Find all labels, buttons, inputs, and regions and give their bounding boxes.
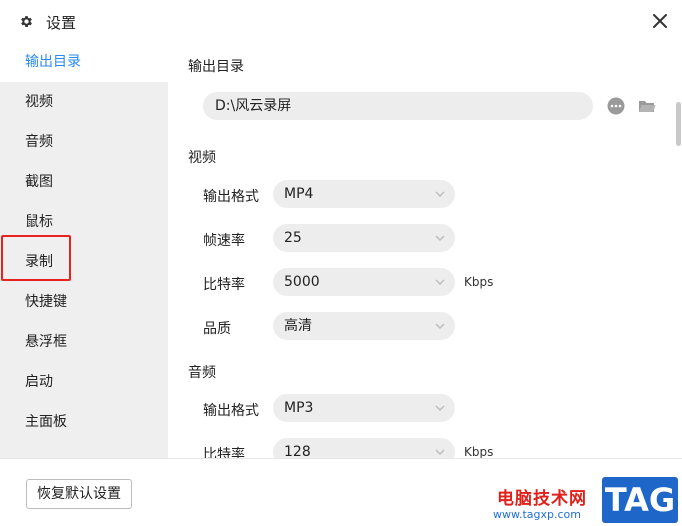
audio-bitrate-value: 128: [284, 444, 311, 458]
chevron-down-icon: [435, 405, 445, 411]
sidebar-item-startup[interactable]: 启动: [0, 362, 168, 402]
video-bitrate-label: 比特率: [203, 277, 245, 293]
sidebar: 输出目录 视频 音频 截图 鼠标 录制 快捷键 悬浮框 启动 主面板: [0, 42, 168, 458]
video-fps-value: 25: [284, 230, 302, 246]
video-bitrate-select[interactable]: 5000: [273, 268, 455, 296]
chevron-down-icon: [435, 449, 445, 455]
sidebar-item-float-box[interactable]: 悬浮框: [0, 322, 168, 362]
sidebar-item-video[interactable]: 视频: [0, 82, 168, 122]
section-title-output-dir: 输出目录: [188, 59, 244, 75]
close-icon: [653, 14, 667, 28]
more-icon: [607, 97, 625, 115]
sidebar-item-hotkeys[interactable]: 快捷键: [0, 282, 168, 322]
chevron-down-icon: [435, 323, 445, 329]
audio-bitrate-label: 比特率: [203, 447, 245, 458]
section-title-audio: 音频: [188, 365, 216, 381]
sidebar-item-screenshot[interactable]: 截图: [0, 162, 168, 202]
audio-format-label: 输出格式: [203, 403, 259, 419]
chevron-down-icon: [435, 191, 445, 197]
watermark-text: 电脑技术网: [497, 489, 587, 509]
video-bitrate-unit: Kbps: [464, 275, 494, 289]
sidebar-item-main-panel[interactable]: 主面板: [0, 402, 168, 442]
chevron-down-icon: [435, 279, 445, 285]
video-format-label: 输出格式: [203, 189, 259, 205]
video-quality-select[interactable]: 高清: [273, 312, 455, 340]
video-quality-value: 高清: [284, 318, 312, 334]
video-fps-label: 帧速率: [203, 233, 245, 249]
audio-format-value: MP3: [284, 400, 314, 416]
sidebar-item-record[interactable]: 录制: [0, 242, 168, 282]
folder-icon: [639, 101, 656, 112]
sidebar-item-output-dir[interactable]: 输出目录: [0, 42, 168, 82]
watermark-url: www.tagxp.com: [493, 508, 581, 521]
scrollbar-thumb[interactable]: [676, 102, 681, 146]
window-title: 设置: [46, 14, 77, 32]
close-button[interactable]: [648, 9, 672, 33]
watermark-logo: TAG: [602, 477, 678, 523]
video-bitrate-value: 5000: [284, 274, 320, 290]
video-fps-select[interactable]: 25: [273, 224, 455, 252]
audio-format-select[interactable]: MP3: [273, 394, 455, 422]
gear-icon: [21, 16, 32, 27]
sidebar-item-mouse[interactable]: 鼠标: [0, 202, 168, 242]
open-folder-button[interactable]: [637, 96, 657, 116]
chevron-down-icon: [435, 235, 445, 241]
title-bar: 设置: [0, 0, 682, 42]
settings-content: 输出目录 D:\风云录屏 视频 输出格式 MP4 帧速率 25 比特率 5000…: [168, 42, 682, 458]
reset-defaults-button[interactable]: 恢复默认设置: [26, 479, 132, 509]
sidebar-item-audio[interactable]: 音频: [0, 122, 168, 162]
more-button[interactable]: [606, 96, 626, 116]
video-quality-label: 品质: [203, 321, 231, 337]
audio-bitrate-select[interactable]: 128: [273, 438, 455, 458]
video-format-select[interactable]: MP4: [273, 180, 455, 208]
output-dir-field[interactable]: D:\风云录屏: [203, 92, 593, 120]
section-title-video: 视频: [188, 150, 216, 166]
audio-bitrate-unit: Kbps: [464, 445, 494, 458]
video-format-value: MP4: [284, 186, 314, 202]
